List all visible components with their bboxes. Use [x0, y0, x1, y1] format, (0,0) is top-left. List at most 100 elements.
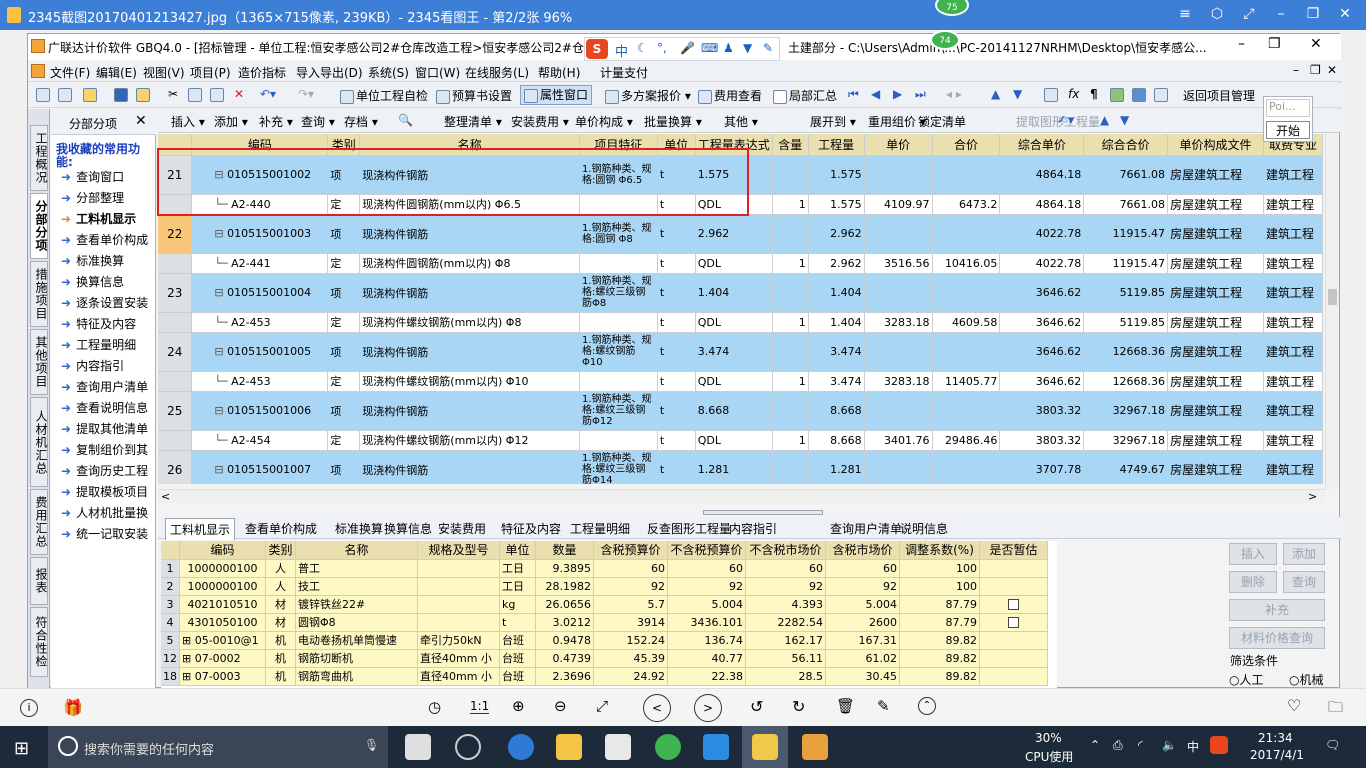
cell-utotal[interactable]: 12668.36: [1083, 371, 1169, 392]
cell-no[interactable]: 5: [161, 631, 180, 650]
supplement-button[interactable]: 补充: [1229, 599, 1325, 621]
cell-major[interactable]: 建筑工程: [1263, 155, 1323, 195]
cell-c[interactable]: 4.393: [745, 595, 826, 614]
vtab-other[interactable]: 其他项目: [30, 329, 48, 395]
cell-cat[interactable]: 定: [327, 253, 361, 274]
undo-icon[interactable]: ↶▾: [260, 87, 276, 101]
cell-unit[interactable]: 台班: [499, 649, 536, 668]
cell-name[interactable]: 现浇构件螺纹钢筋(mm以内) Φ10: [359, 371, 580, 392]
trash-icon[interactable]: 🗑: [836, 697, 855, 715]
folder-open-icon[interactable]: 🗀: [1328, 697, 1343, 722]
column-header[interactable]: 单价: [864, 134, 933, 156]
panel-close-icon[interactable]: ✕: [135, 113, 147, 129]
cell-est[interactable]: [979, 613, 1048, 632]
cell-name[interactable]: 现浇构件钢筋: [359, 214, 580, 254]
column-header[interactable]: 编码: [179, 541, 266, 560]
cell-utotal[interactable]: 7661.08: [1083, 194, 1169, 215]
nav-prev-icon[interactable]: ◀: [871, 87, 880, 101]
fav-item[interactable]: ➜ 查看单价构成: [61, 231, 153, 248]
cell-est[interactable]: [979, 649, 1048, 668]
cell-b[interactable]: 5.004: [667, 595, 746, 614]
vtab-overview[interactable]: 工程概况: [30, 125, 48, 191]
grid-tool-button[interactable]: 批量换算 ▾: [644, 113, 702, 130]
grid-tool-button[interactable]: 补充 ▾: [259, 113, 293, 130]
material-row[interactable]: 2 1000000100 人技工 工日 28.1982 92 92 92 92 100: [161, 577, 1048, 596]
cell-code[interactable]: ⊟ 010515001005: [191, 332, 329, 372]
cell-content[interactable]: 1: [772, 312, 809, 333]
grid-tool-button[interactable]: 其他 ▾: [724, 113, 758, 130]
cell-cat[interactable]: 项: [327, 332, 361, 372]
cell-name[interactable]: 现浇构件螺纹钢筋(mm以内) Φ12: [359, 430, 580, 451]
cell-content[interactable]: [772, 450, 809, 484]
cell-cat[interactable]: 项: [327, 450, 361, 484]
cell-content[interactable]: 1: [772, 194, 809, 215]
cell-code[interactable]: ⊟ 010515001006: [191, 391, 329, 431]
delete-button[interactable]: 删除: [1229, 571, 1277, 593]
cell-expr[interactable]: 1.281: [695, 450, 773, 484]
menu-window[interactable]: 窗口(W): [415, 64, 460, 81]
menu-file[interactable]: 文件(F): [50, 64, 90, 81]
cell-major[interactable]: 建筑工程: [1263, 194, 1323, 215]
cell-unit[interactable]: 工日: [499, 577, 536, 596]
gbq-task-icon[interactable]: [802, 734, 828, 760]
cell-feature[interactable]: 1.钢筋种类、规格:螺纹三级钢筋Φ14: [579, 450, 658, 484]
cell-a[interactable]: 60: [593, 559, 668, 578]
cell-e[interactable]: 87.79: [899, 613, 980, 632]
cell-unit[interactable]: t: [499, 613, 536, 632]
cell-qty[interactable]: 1.575: [808, 155, 865, 195]
cell-major[interactable]: 建筑工程: [1263, 430, 1323, 451]
cell-price[interactable]: [864, 273, 933, 313]
cell-e[interactable]: 87.79: [899, 595, 980, 614]
fit-icon[interactable]: ⤢: [596, 697, 608, 715]
cell-uprice[interactable]: 3646.62: [999, 332, 1085, 372]
cell-total[interactable]: 6473.2: [932, 194, 1001, 215]
cell-b[interactable]: 60: [667, 559, 746, 578]
cell-spec[interactable]: [417, 559, 500, 578]
cell-total[interactable]: [932, 155, 1001, 195]
cell-feature[interactable]: 1.钢筋种类、规格:螺纹钢筋 Φ10: [579, 332, 658, 372]
column-header[interactable]: [161, 541, 180, 560]
cell-no[interactable]: 2: [161, 577, 180, 596]
cell-name[interactable]: 现浇构件钢筋: [359, 391, 580, 431]
cell-d[interactable]: 60: [825, 559, 900, 578]
cell-d[interactable]: 5.004: [825, 595, 900, 614]
cell-cat[interactable]: 机: [265, 631, 296, 650]
app-icon-2[interactable]: [703, 734, 729, 760]
collapse-icon[interactable]: ⊟: [194, 227, 227, 240]
cell-spec[interactable]: [417, 577, 500, 596]
fav-item[interactable]: ➜ 特征及内容: [61, 315, 153, 332]
column-header[interactable]: 规格及型号: [417, 541, 500, 560]
column-header[interactable]: 类别: [265, 541, 296, 560]
cell-unit[interactable]: 工日: [499, 559, 536, 578]
column-header[interactable]: 含量: [772, 134, 809, 156]
column-header[interactable]: 含税市场价: [825, 541, 900, 560]
column-header[interactable]: 单位: [499, 541, 536, 560]
cell-cat[interactable]: 材: [265, 595, 296, 614]
cell-no[interactable]: 26: [158, 450, 193, 484]
material-row[interactable]: 1 1000000100 人普工 工日 9.3895 60 60 60 60 100: [161, 559, 1048, 578]
cell-code[interactable]: ⊟ 010515001003: [191, 214, 329, 254]
tray-wifi-icon[interactable]: ◜: [1138, 738, 1143, 752]
grid-tool-button[interactable]: 添加 ▾: [214, 113, 248, 130]
insert-button[interactable]: 插入: [1229, 543, 1277, 565]
cell-total[interactable]: [932, 450, 1001, 484]
mdi-close-icon[interactable]: ✕: [1327, 63, 1337, 77]
budget-settings-button[interactable]: 预算书设置: [436, 87, 512, 104]
ime-moon-icon[interactable]: ☾: [637, 41, 648, 55]
menu-system[interactable]: 系统(S): [368, 64, 409, 81]
detail-tab[interactable]: 特征及内容: [501, 520, 561, 537]
cell-qty[interactable]: 1.281: [808, 450, 865, 484]
cell-no[interactable]: 3: [161, 595, 180, 614]
query-button[interactable]: 查询: [1283, 571, 1325, 593]
save-icon[interactable]: [114, 87, 130, 102]
cell-total[interactable]: 29486.46: [932, 430, 1001, 451]
cell-expr[interactable]: QDL: [695, 430, 773, 451]
fav-item[interactable]: ➜ 提取其他清单: [61, 420, 153, 437]
cell-price[interactable]: [864, 332, 933, 372]
column-header[interactable]: 名称: [295, 541, 418, 560]
cell-a[interactable]: 152.24: [593, 631, 668, 650]
material-row[interactable]: 5 ⊞ 05-0010@1 机电动卷扬机单筒慢速 牵引力50kN 台班 0.9478 152…: [161, 631, 1048, 650]
cell-qty[interactable]: 1.404: [808, 312, 865, 333]
column-header[interactable]: 合价: [932, 134, 1001, 156]
ime-mic-icon[interactable]: 🎤: [680, 41, 695, 55]
